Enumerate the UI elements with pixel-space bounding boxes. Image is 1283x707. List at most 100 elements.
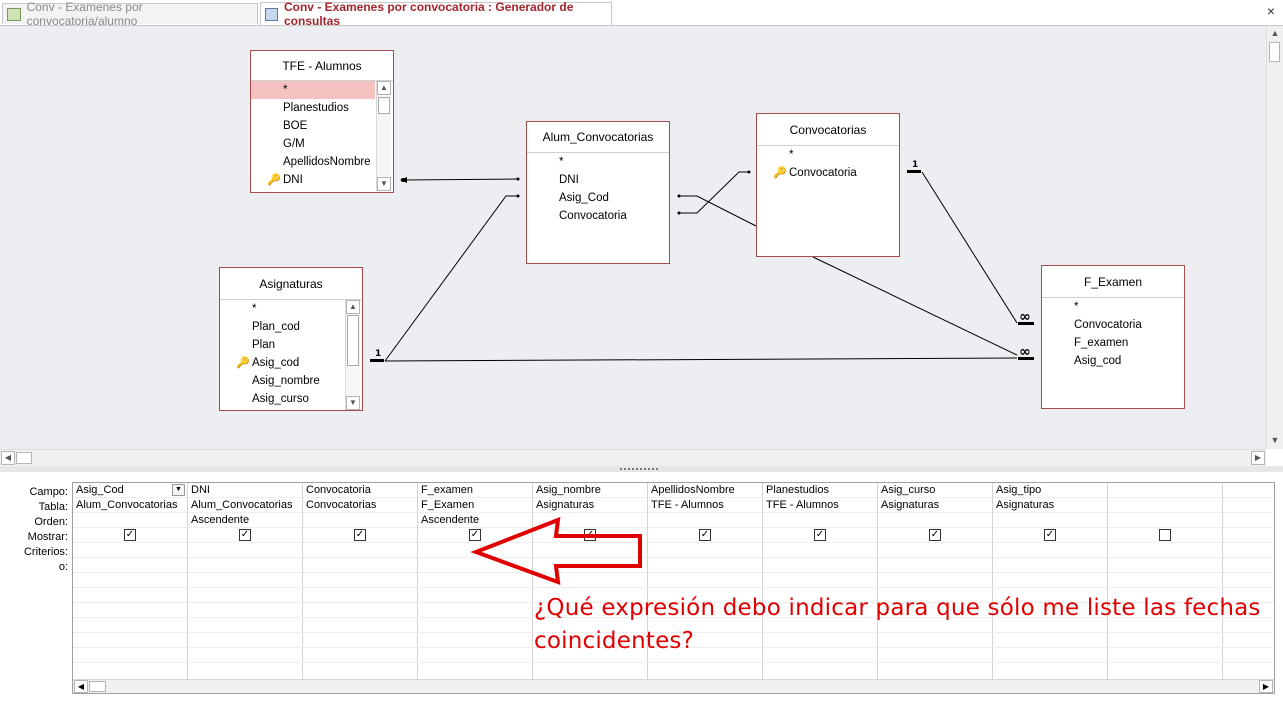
show-checkbox[interactable]: ✓ — [1044, 529, 1056, 541]
scroll-down-icon[interactable]: ▼ — [346, 396, 360, 410]
qbe-cell-tabla[interactable]: Asignaturas — [533, 498, 647, 513]
qbe-cell-orden[interactable] — [1223, 513, 1274, 528]
qbe-cell-o[interactable] — [648, 558, 762, 573]
show-checkbox[interactable]: ✓ — [124, 529, 136, 541]
field-row-key[interactable]: 🔑 Convocatoria — [757, 164, 899, 182]
scroll-right-icon[interactable]: ▶ — [1259, 680, 1273, 693]
field-row[interactable]: * — [251, 81, 375, 99]
qbe-cell-tabla[interactable]: F_Examen — [418, 498, 532, 513]
qbe-cell-o[interactable] — [993, 558, 1107, 573]
qbe-cell-criterios[interactable] — [878, 543, 992, 558]
qbe-cell-campo[interactable]: Asig_Cod ▼ — [73, 483, 187, 498]
field-row[interactable]: * — [220, 300, 362, 318]
qbe-cell-tabla[interactable]: Alum_Convocatorias — [188, 498, 302, 513]
scroll-thumb[interactable] — [89, 681, 106, 692]
scroll-right-icon[interactable]: ▶ — [1251, 451, 1265, 465]
qbe-cell-criterios[interactable] — [1223, 543, 1274, 558]
qbe-cell-o[interactable] — [418, 558, 532, 573]
field-row[interactable]: Asig_Cod — [527, 189, 669, 207]
qbe-cell-orden[interactable] — [1108, 513, 1222, 528]
qbe-cell-criterios[interactable] — [533, 543, 647, 558]
chevron-down-icon[interactable]: ▼ — [172, 484, 185, 496]
field-row[interactable]: Plan_cod — [220, 318, 362, 336]
scroll-thumb[interactable] — [16, 452, 32, 464]
qbe-cell-campo[interactable]: Asig_tipo — [993, 483, 1107, 498]
table-scrollbar[interactable]: ▲ ▼ — [345, 300, 360, 410]
field-row[interactable]: * — [1042, 298, 1184, 316]
scroll-left-icon[interactable]: ◀ — [74, 680, 88, 693]
field-row[interactable]: * — [527, 153, 669, 171]
qbe-cell-tabla[interactable]: Asignaturas — [993, 498, 1107, 513]
qbe-cell-orden[interactable]: Ascendente — [188, 513, 302, 528]
table-title[interactable]: TFE - Alumnos — [251, 51, 393, 81]
scroll-thumb[interactable] — [378, 97, 390, 114]
show-checkbox[interactable]: ✓ — [814, 529, 826, 541]
field-row[interactable]: Asig_cod — [1042, 352, 1184, 370]
field-row[interactable]: Plan — [220, 336, 362, 354]
qbe-cell-o[interactable] — [878, 558, 992, 573]
qbe-cell-orden[interactable] — [648, 513, 762, 528]
qbe-cell-campo[interactable]: F_examen — [418, 483, 532, 498]
field-row[interactable]: G/M — [251, 135, 393, 153]
grid-horizontal-scrollbar[interactable]: ◀ ▶ — [73, 679, 1274, 693]
scroll-up-icon[interactable]: ▲ — [377, 81, 391, 95]
table-scrollbar[interactable]: ▲ ▼ — [376, 81, 391, 191]
scroll-down-icon[interactable]: ▼ — [1269, 434, 1281, 446]
table-tfe-alumnos[interactable]: TFE - Alumnos * Planestudios BOE G/M Ape… — [250, 50, 394, 193]
show-checkbox[interactable]: ✓ — [354, 529, 366, 541]
field-row[interactable]: * — [757, 146, 899, 164]
table-title[interactable]: Convocatorias — [757, 114, 899, 146]
qbe-cell-orden[interactable] — [533, 513, 647, 528]
diagram-horizontal-scrollbar[interactable]: ◀ ▶ — [0, 449, 1266, 466]
qbe-cell-o[interactable] — [1108, 558, 1222, 573]
qbe-cell-orden[interactable] — [878, 513, 992, 528]
qbe-cell-criterios[interactable] — [73, 543, 187, 558]
qbe-cell-campo[interactable]: DNI — [188, 483, 302, 498]
qbe-cell-tabla[interactable]: Alum_Convocatorias — [73, 498, 187, 513]
field-row[interactable]: Planestudios — [251, 99, 393, 117]
qbe-cell-tabla[interactable]: TFE - Alumnos — [648, 498, 762, 513]
scroll-thumb[interactable] — [1269, 42, 1280, 62]
qbe-cell-campo[interactable]: Asig_nombre — [533, 483, 647, 498]
diagram-vertical-scrollbar[interactable]: ▲ ▼ — [1266, 26, 1283, 449]
qbe-cell-o[interactable] — [73, 558, 187, 573]
qbe-cell-campo[interactable]: ApellidosNombre — [648, 483, 762, 498]
qbe-cell-tabla[interactable] — [1108, 498, 1222, 513]
qbe-grid[interactable]: Asig_tipo Asignaturas ✓ Asig_curso Asignatur… — [72, 482, 1275, 694]
scroll-down-icon[interactable]: ▼ — [377, 177, 391, 191]
qbe-cell-orden[interactable] — [763, 513, 877, 528]
qbe-cell-tabla[interactable]: Convocatorias — [303, 498, 417, 513]
table-f-examen[interactable]: F_Examen * Convocatoria F_examen Asig_co… — [1041, 265, 1185, 409]
qbe-cell-orden[interactable] — [993, 513, 1107, 528]
qbe-cell-criterios[interactable] — [303, 543, 417, 558]
qbe-cell-orden[interactable] — [73, 513, 187, 528]
show-checkbox[interactable]: ✓ — [239, 529, 251, 541]
field-row[interactable]: F_examen — [1042, 334, 1184, 352]
qbe-cell-criterios[interactable] — [993, 543, 1107, 558]
field-row[interactable]: Asig_curso — [220, 390, 362, 408]
qbe-cell-tabla[interactable] — [1223, 498, 1274, 513]
table-asignaturas[interactable]: Asignaturas * Plan_cod Plan 🔑 Asig_cod As… — [219, 267, 363, 411]
scroll-up-icon[interactable]: ▲ — [1269, 27, 1281, 39]
field-row[interactable]: Asig_nombre — [220, 372, 362, 390]
qbe-cell-criterios[interactable] — [1108, 543, 1222, 558]
show-checkbox[interactable]: ✓ — [699, 529, 711, 541]
field-row-key[interactable]: 🔑 Asig_cod — [220, 354, 362, 372]
qbe-cell-campo[interactable]: Planestudios — [763, 483, 877, 498]
qbe-cell-orden[interactable]: Ascendente — [418, 513, 532, 528]
qbe-cell-campo[interactable] — [1223, 483, 1274, 498]
show-checkbox[interactable]: ✓ — [469, 529, 481, 541]
qbe-cell-o[interactable] — [188, 558, 302, 573]
qbe-cell-o[interactable] — [533, 558, 647, 573]
qbe-cell-o[interactable] — [303, 558, 417, 573]
qbe-cell-criterios[interactable] — [763, 543, 877, 558]
qbe-cell-o[interactable] — [1223, 558, 1274, 573]
qbe-cell-criterios[interactable] — [188, 543, 302, 558]
field-row-key[interactable]: 🔑 DNI — [251, 171, 393, 189]
table-alum-convocatorias[interactable]: Alum_Convocatorias * DNI Asig_Cod Convoc… — [526, 121, 670, 264]
qbe-cell-campo[interactable]: Asig_curso — [878, 483, 992, 498]
qbe-cell-campo[interactable] — [1108, 483, 1222, 498]
field-row[interactable]: BOE — [251, 117, 393, 135]
qbe-cell-criterios[interactable] — [418, 543, 532, 558]
qbe-cell-criterios[interactable] — [648, 543, 762, 558]
